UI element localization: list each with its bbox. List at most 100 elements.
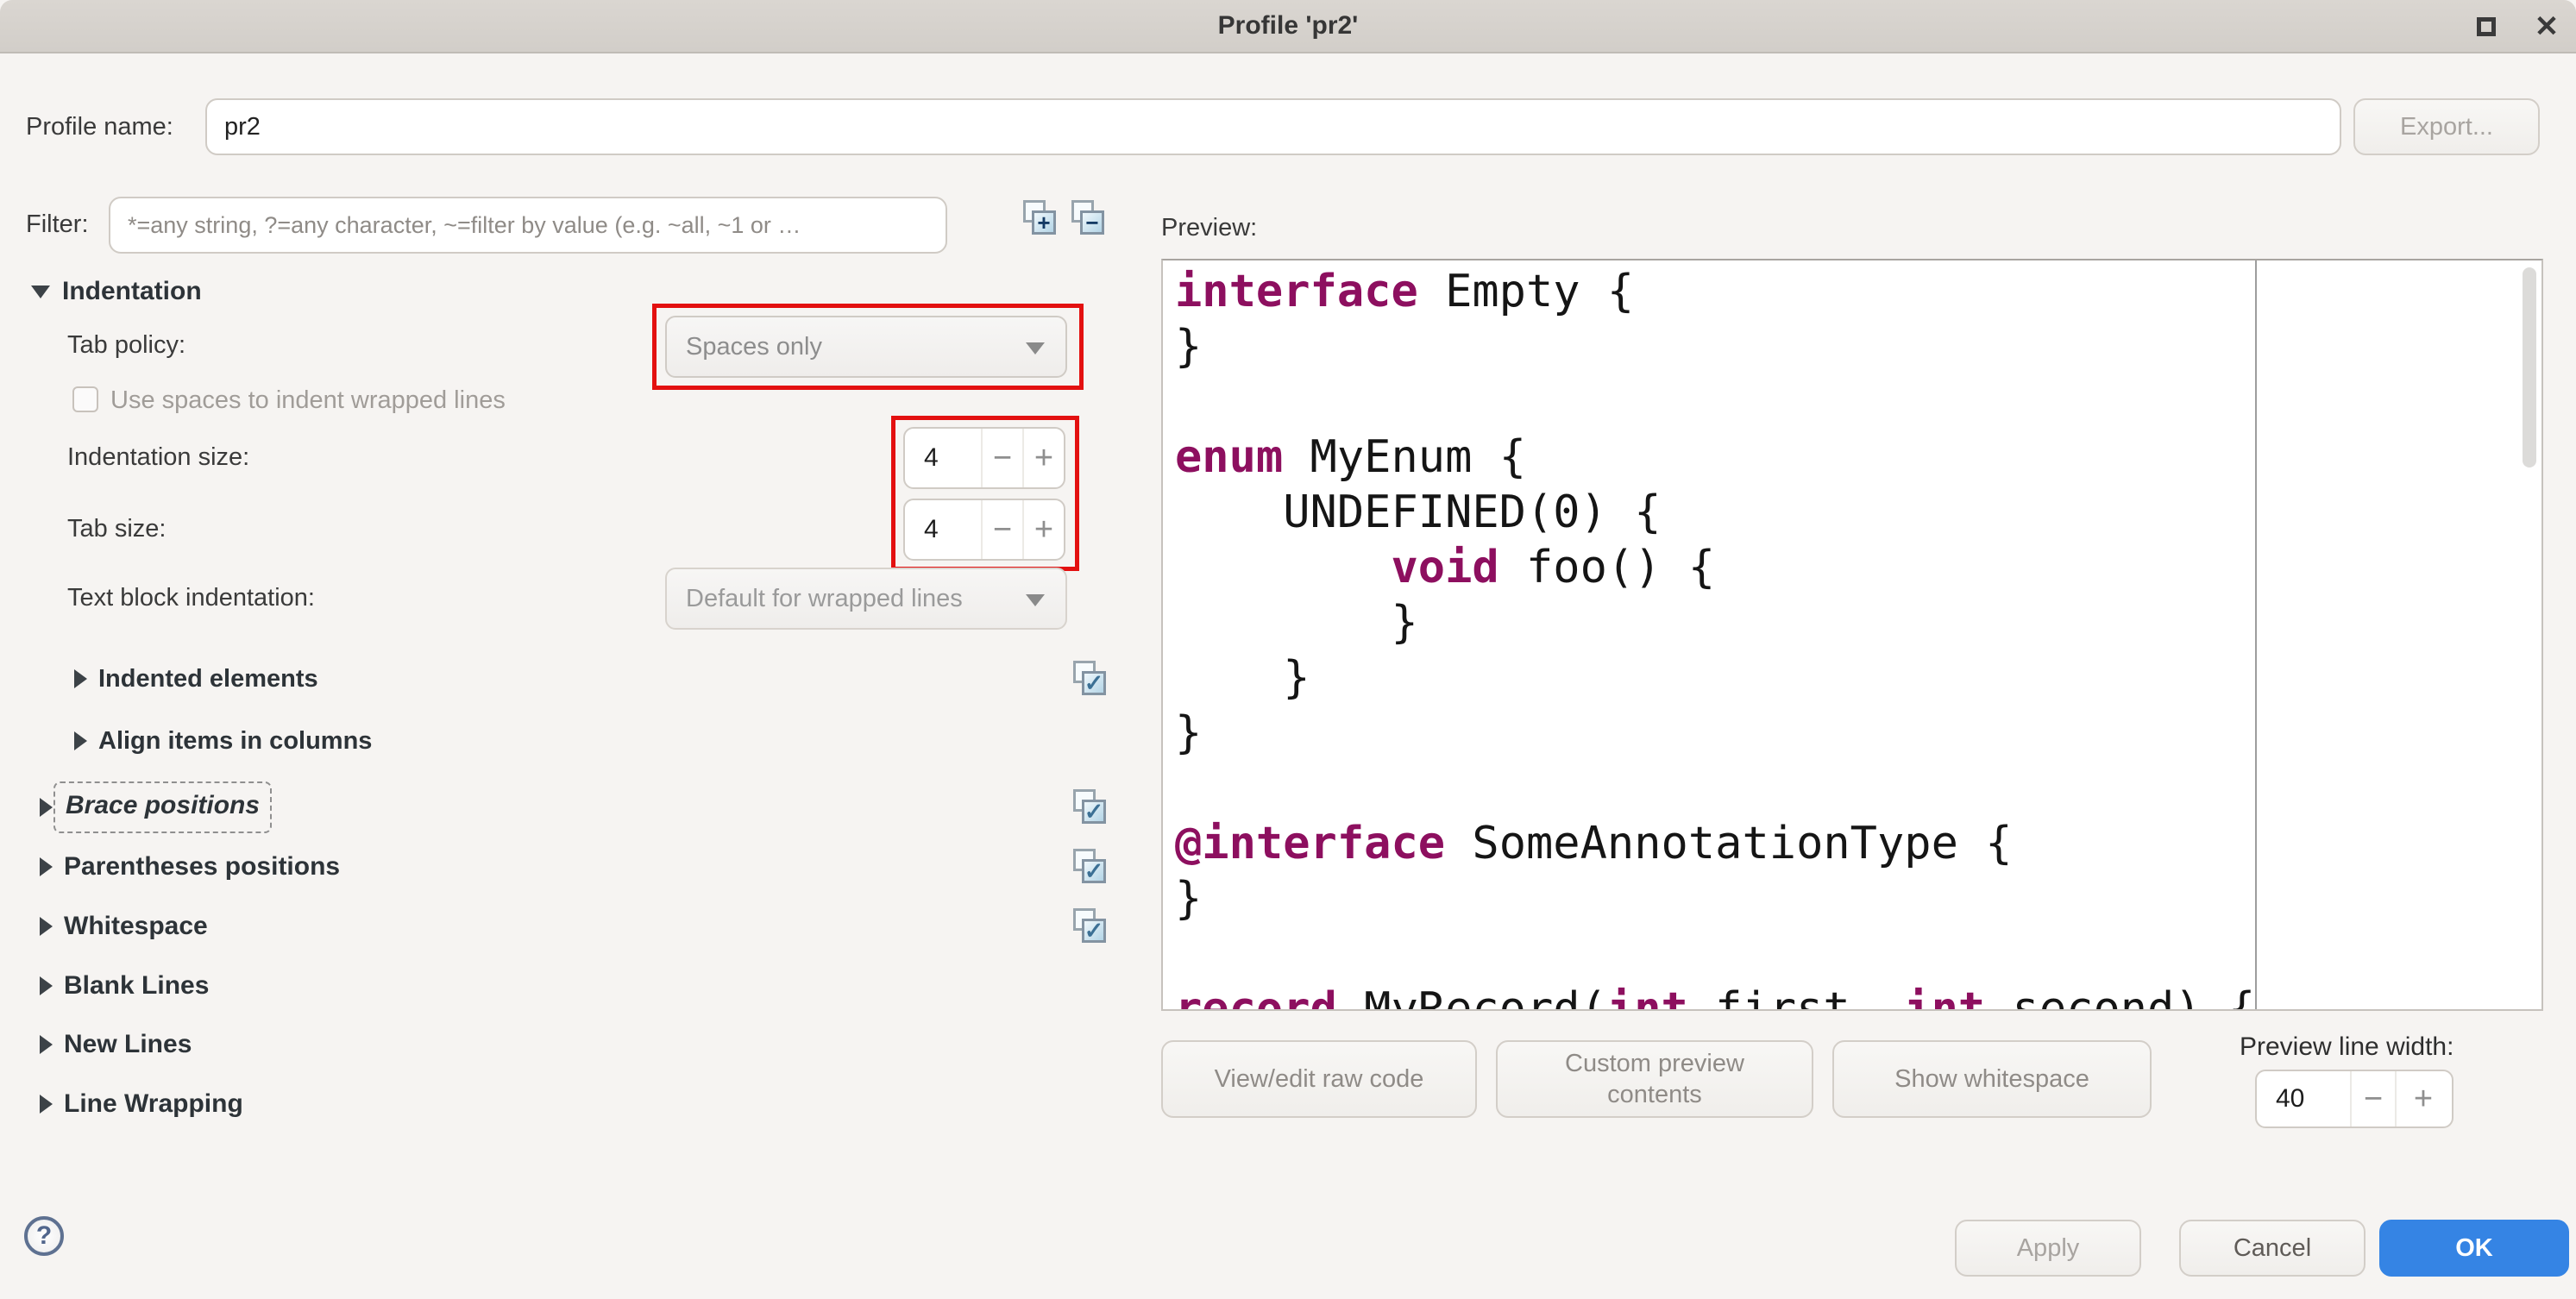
whitespace-modified-toggle[interactable]: ✓ bbox=[1073, 908, 1108, 944]
whitespace-collapsed-icon[interactable] bbox=[40, 917, 53, 936]
maximize-icon bbox=[2477, 17, 2496, 36]
code-line: @interface SomeAnnotationType { bbox=[1175, 816, 2248, 871]
text-block-indentation-select[interactable]: Default for wrapped lines bbox=[665, 568, 1067, 630]
tree-item-new-lines[interactable]: New Lines bbox=[64, 1027, 192, 1062]
expand-all-button[interactable]: + bbox=[1023, 200, 1058, 236]
close-icon: ✕ bbox=[2529, 9, 2564, 44]
help-button[interactable]: ? bbox=[24, 1216, 64, 1256]
tab-size-label: Tab size: bbox=[67, 511, 166, 546]
tree-item-brace-positions-selected[interactable]: Brace positions bbox=[53, 781, 272, 833]
chevron-down-icon bbox=[1026, 342, 1045, 355]
vertical-scrollbar-thumb[interactable] bbox=[2523, 267, 2536, 468]
parentheses-positions-collapsed-icon[interactable] bbox=[40, 857, 53, 876]
tab-size-decrement-button[interactable]: − bbox=[981, 500, 1022, 559]
view-edit-raw-code-label: View/edit raw code bbox=[1215, 1064, 1424, 1095]
custom-preview-contents-label: Custom preview contents bbox=[1532, 1048, 1777, 1110]
show-whitespace-button[interactable]: Show whitespace bbox=[1832, 1040, 2152, 1118]
cancel-button[interactable]: Cancel bbox=[2179, 1220, 2366, 1277]
new-lines-collapsed-icon[interactable] bbox=[40, 1035, 53, 1054]
code-line: UNDEFINED(0) { bbox=[1175, 485, 2248, 540]
preview-label: Preview: bbox=[1161, 210, 1257, 245]
line-wrapping-collapsed-icon[interactable] bbox=[40, 1095, 53, 1114]
code-line: } bbox=[1175, 595, 2248, 650]
tree-item-align-items-in-columns[interactable]: Align items in columns bbox=[98, 724, 372, 758]
preview-line-width-spinner: 40 − + bbox=[2255, 1070, 2453, 1128]
indentation-size-increment-button[interactable]: + bbox=[1022, 429, 1064, 487]
tab-policy-select[interactable]: Spaces only bbox=[665, 316, 1067, 378]
code-line: void foo() { bbox=[1175, 540, 2248, 595]
plus-icon: + bbox=[2414, 1081, 2433, 1118]
checked-checkbox-icon: ✓ bbox=[1082, 800, 1106, 824]
minus-icon: − bbox=[993, 511, 1012, 549]
apply-button-label: Apply bbox=[2017, 1233, 2080, 1264]
preview-pane[interactable]: interface Empty {} enum MyEnum { UNDEFINE… bbox=[1161, 259, 2543, 1011]
checked-checkbox-icon: ✓ bbox=[1082, 671, 1106, 695]
code-line: interface Empty { bbox=[1175, 264, 2248, 319]
cancel-button-label: Cancel bbox=[2234, 1233, 2311, 1264]
tree-item-whitespace[interactable]: Whitespace bbox=[64, 909, 208, 944]
titlebar: Profile 'pr2' ✕ bbox=[0, 0, 2576, 53]
filter-label: Filter: bbox=[26, 207, 89, 242]
code-line bbox=[1175, 761, 2248, 816]
brace-positions-collapsed-icon[interactable] bbox=[40, 798, 53, 817]
code-line bbox=[1175, 926, 2248, 982]
preview-line-width-value[interactable]: 40 bbox=[2257, 1071, 2350, 1126]
code-line: record MyRecord(int first, int second) { bbox=[1175, 982, 2248, 1011]
preview-line-width-increment-button[interactable]: + bbox=[2395, 1071, 2450, 1126]
indentation-size-value[interactable]: 4 bbox=[905, 429, 981, 487]
collapse-all-button[interactable]: − bbox=[1071, 200, 1106, 236]
brace-positions-label: Brace positions bbox=[66, 791, 260, 819]
tab-size-increment-button[interactable]: + bbox=[1022, 500, 1064, 559]
indented-elements-collapsed-icon[interactable] bbox=[74, 669, 87, 688]
maximize-button[interactable] bbox=[2469, 9, 2504, 44]
blank-lines-collapsed-icon[interactable] bbox=[40, 976, 53, 995]
preview-line-width-decrement-button[interactable]: − bbox=[2350, 1071, 2395, 1126]
apply-button[interactable]: Apply bbox=[1955, 1220, 2141, 1277]
code-line: } bbox=[1175, 706, 2248, 761]
window-title: Profile 'pr2' bbox=[0, 0, 2576, 53]
help-icon: ? bbox=[36, 1221, 52, 1251]
custom-preview-contents-button[interactable]: Custom preview contents bbox=[1496, 1040, 1813, 1118]
brace-positions-modified-toggle[interactable]: ✓ bbox=[1073, 789, 1108, 825]
code-line: } bbox=[1175, 319, 2248, 374]
indented-elements-modified-toggle[interactable]: ✓ bbox=[1073, 661, 1108, 697]
tab-policy-value: Spaces only bbox=[686, 333, 822, 361]
indentation-size-spinner: 4 − + bbox=[903, 427, 1065, 489]
export-button-label: Export... bbox=[2400, 111, 2493, 142]
export-button[interactable]: Export... bbox=[2353, 98, 2540, 155]
text-block-indentation-value: Default for wrapped lines bbox=[686, 585, 963, 612]
view-edit-raw-code-button[interactable]: View/edit raw code bbox=[1161, 1040, 1477, 1118]
tab-size-spinner: 4 − + bbox=[903, 499, 1065, 561]
code-line: } bbox=[1175, 871, 2248, 926]
tree-item-indentation[interactable]: Indentation bbox=[62, 274, 202, 309]
filter-input[interactable] bbox=[109, 197, 947, 254]
show-whitespace-label: Show whitespace bbox=[1894, 1064, 2089, 1095]
tree-item-blank-lines[interactable]: Blank Lines bbox=[64, 969, 209, 1003]
preview-line-width-margin bbox=[2255, 260, 2257, 1009]
indentation-expanded-icon[interactable] bbox=[31, 286, 50, 298]
align-items-collapsed-icon[interactable] bbox=[74, 731, 87, 750]
tree-item-indented-elements[interactable]: Indented elements bbox=[98, 662, 318, 696]
preview-code: interface Empty {} enum MyEnum { UNDEFINE… bbox=[1175, 264, 2248, 1011]
expand-all-icon: + bbox=[1032, 210, 1056, 235]
minus-icon: − bbox=[993, 440, 1012, 477]
tree-item-parentheses-positions[interactable]: Parentheses positions bbox=[64, 850, 340, 884]
tab-policy-label: Tab policy: bbox=[67, 328, 185, 362]
chevron-down-icon bbox=[1026, 594, 1045, 606]
collapse-all-icon: − bbox=[1080, 210, 1104, 235]
use-spaces-wrapped-checkbox[interactable] bbox=[72, 386, 98, 412]
close-button[interactable]: ✕ bbox=[2529, 9, 2564, 44]
text-block-indentation-label: Text block indentation: bbox=[67, 580, 315, 615]
parentheses-positions-modified-toggle[interactable]: ✓ bbox=[1073, 849, 1108, 885]
minus-icon: − bbox=[2364, 1081, 2383, 1118]
tab-size-value[interactable]: 4 bbox=[905, 500, 981, 559]
ok-button[interactable]: OK bbox=[2379, 1220, 2569, 1277]
tree-item-line-wrapping[interactable]: Line Wrapping bbox=[64, 1087, 243, 1121]
plus-icon: + bbox=[1034, 440, 1053, 477]
indentation-size-label: Indentation size: bbox=[67, 440, 249, 474]
profile-name-input[interactable] bbox=[205, 98, 2341, 155]
plus-icon: + bbox=[1034, 511, 1053, 549]
indentation-size-decrement-button[interactable]: − bbox=[981, 429, 1022, 487]
checked-checkbox-icon: ✓ bbox=[1082, 919, 1106, 943]
code-line: enum MyEnum { bbox=[1175, 430, 2248, 485]
